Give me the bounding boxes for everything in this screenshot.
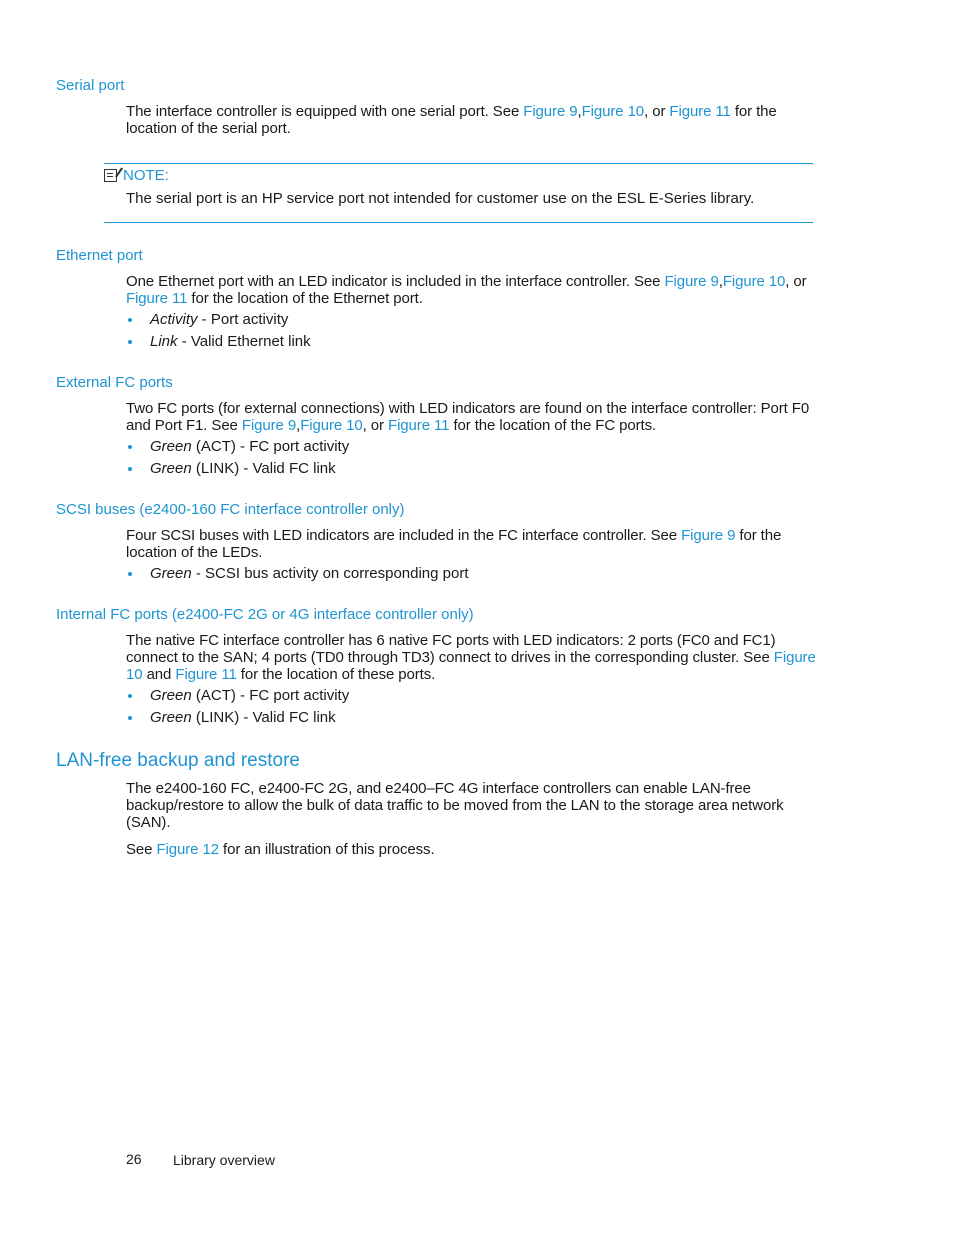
bullet-icon [128,467,132,471]
bullet-term: Activity [150,311,198,328]
text: , or [644,103,670,120]
text: for an illustration of this process. [218,841,435,858]
section-heading-external-fc-ports: External FC ports [56,374,173,391]
text: See [126,841,157,858]
section-heading-scsi-buses: SCSI buses (e2400-160 FC interface contr… [56,501,405,518]
link-figure-9[interactable]: Figure 9 [242,417,296,434]
bullet-desc: (ACT) - FC port activity [191,438,350,455]
list-item: Activity - Port activity [126,309,311,331]
text: The interface controller is equipped wit… [126,103,524,120]
section-heading-lan-free-backup: LAN-free backup and restore [56,750,300,771]
bullet-term: Green [150,565,192,582]
bullet-icon [128,694,132,698]
internal-fc-paragraph: The native FC interface controller has 6… [126,632,816,683]
text: for the location of the Ethernet port. [187,290,423,307]
section-heading-ethernet-port: Ethernet port [56,247,143,264]
list-item: Green (ACT) - FC port activity [126,685,349,707]
note-body: The serial port is an HP service port no… [126,190,755,207]
lan-free-see-figure: See Figure 12 for an illustration of thi… [126,841,816,858]
chapter-title: Library overview [173,1152,275,1168]
link-figure-11[interactable]: Figure 11 [669,103,730,120]
text: One Ethernet port with an LED indicator … [126,273,665,290]
ethernet-bullet-list: Activity - Port activity Link - Valid Et… [126,309,311,353]
text: for the location of the FC ports. [449,417,657,434]
link-figure-9[interactable]: Figure 9 [664,273,718,290]
external-fc-paragraph: Two FC ports (for external connections) … [126,400,816,434]
link-figure-10[interactable]: Figure 10 [723,273,786,290]
link-figure-9[interactable]: Figure 9 [523,103,577,120]
text: Four SCSI buses with LED indicators are … [126,527,682,544]
list-item: Green (LINK) - Valid FC link [126,458,349,480]
page-number: 26 [126,1151,142,1167]
scsi-paragraph: Four SCSI buses with LED indicators are … [126,527,816,561]
note-box: NOTE: The serial port is an HP service p… [104,163,813,223]
bullet-desc: - Valid Ethernet link [177,333,311,350]
serial-port-paragraph: The interface controller is equipped wit… [126,103,816,137]
note-icon [104,169,117,182]
external-fc-bullet-list: Green (ACT) - FC port activity Green (LI… [126,436,349,480]
ethernet-port-paragraph: One Ethernet port with an LED indicator … [126,273,816,307]
link-figure-12[interactable]: Figure 12 [156,841,219,858]
bullet-icon [128,572,132,576]
text: and [142,666,176,683]
link-figure-11[interactable]: Figure 11 [126,290,187,307]
section-heading-internal-fc-ports: Internal FC ports (e2400-FC 2G or 4G int… [56,606,474,623]
scsi-bullet-list: Green - SCSI bus activity on correspondi… [126,563,469,585]
bullet-term: Green [150,687,192,704]
text: The native FC interface controller has 6… [126,632,776,666]
note-header: NOTE: [104,167,169,184]
list-item: Link - Valid Ethernet link [126,331,311,353]
internal-fc-bullet-list: Green (ACT) - FC port activity Green (LI… [126,685,349,729]
link-figure-11[interactable]: Figure 11 [388,417,449,434]
list-item: Green - SCSI bus activity on correspondi… [126,563,469,585]
list-item: Green (LINK) - Valid FC link [126,707,349,729]
note-label: NOTE: [123,167,169,184]
link-figure-10[interactable]: Figure 10 [300,417,363,434]
section-heading-serial-port: Serial port [56,77,125,94]
text: , or [362,417,389,434]
text: for the location of these ports. [236,666,436,683]
bullet-term: Green [150,460,192,477]
bullet-desc: (LINK) - Valid FC link [191,460,336,477]
bullet-desc: - Port activity [197,311,289,328]
link-figure-11[interactable]: Figure 11 [175,666,236,683]
bullet-desc: (ACT) - FC port activity [191,687,350,704]
bullet-icon [128,716,132,720]
bullet-term: Green [150,438,192,455]
bullet-icon [128,445,132,449]
bullet-term: Link [150,333,178,350]
bullet-icon [128,318,132,322]
bullet-icon [128,340,132,344]
bullet-desc: (LINK) - Valid FC link [191,709,336,726]
link-figure-10[interactable]: Figure 10 [582,103,645,120]
bullet-desc: - SCSI bus activity on corresponding por… [191,565,469,582]
list-item: Green (ACT) - FC port activity [126,436,349,458]
link-figure-9[interactable]: Figure 9 [681,527,735,544]
bullet-term: Green [150,709,192,726]
text: , or [785,273,807,290]
lan-free-paragraph: The e2400-160 FC, e2400-FC 2G, and e2400… [126,780,784,831]
